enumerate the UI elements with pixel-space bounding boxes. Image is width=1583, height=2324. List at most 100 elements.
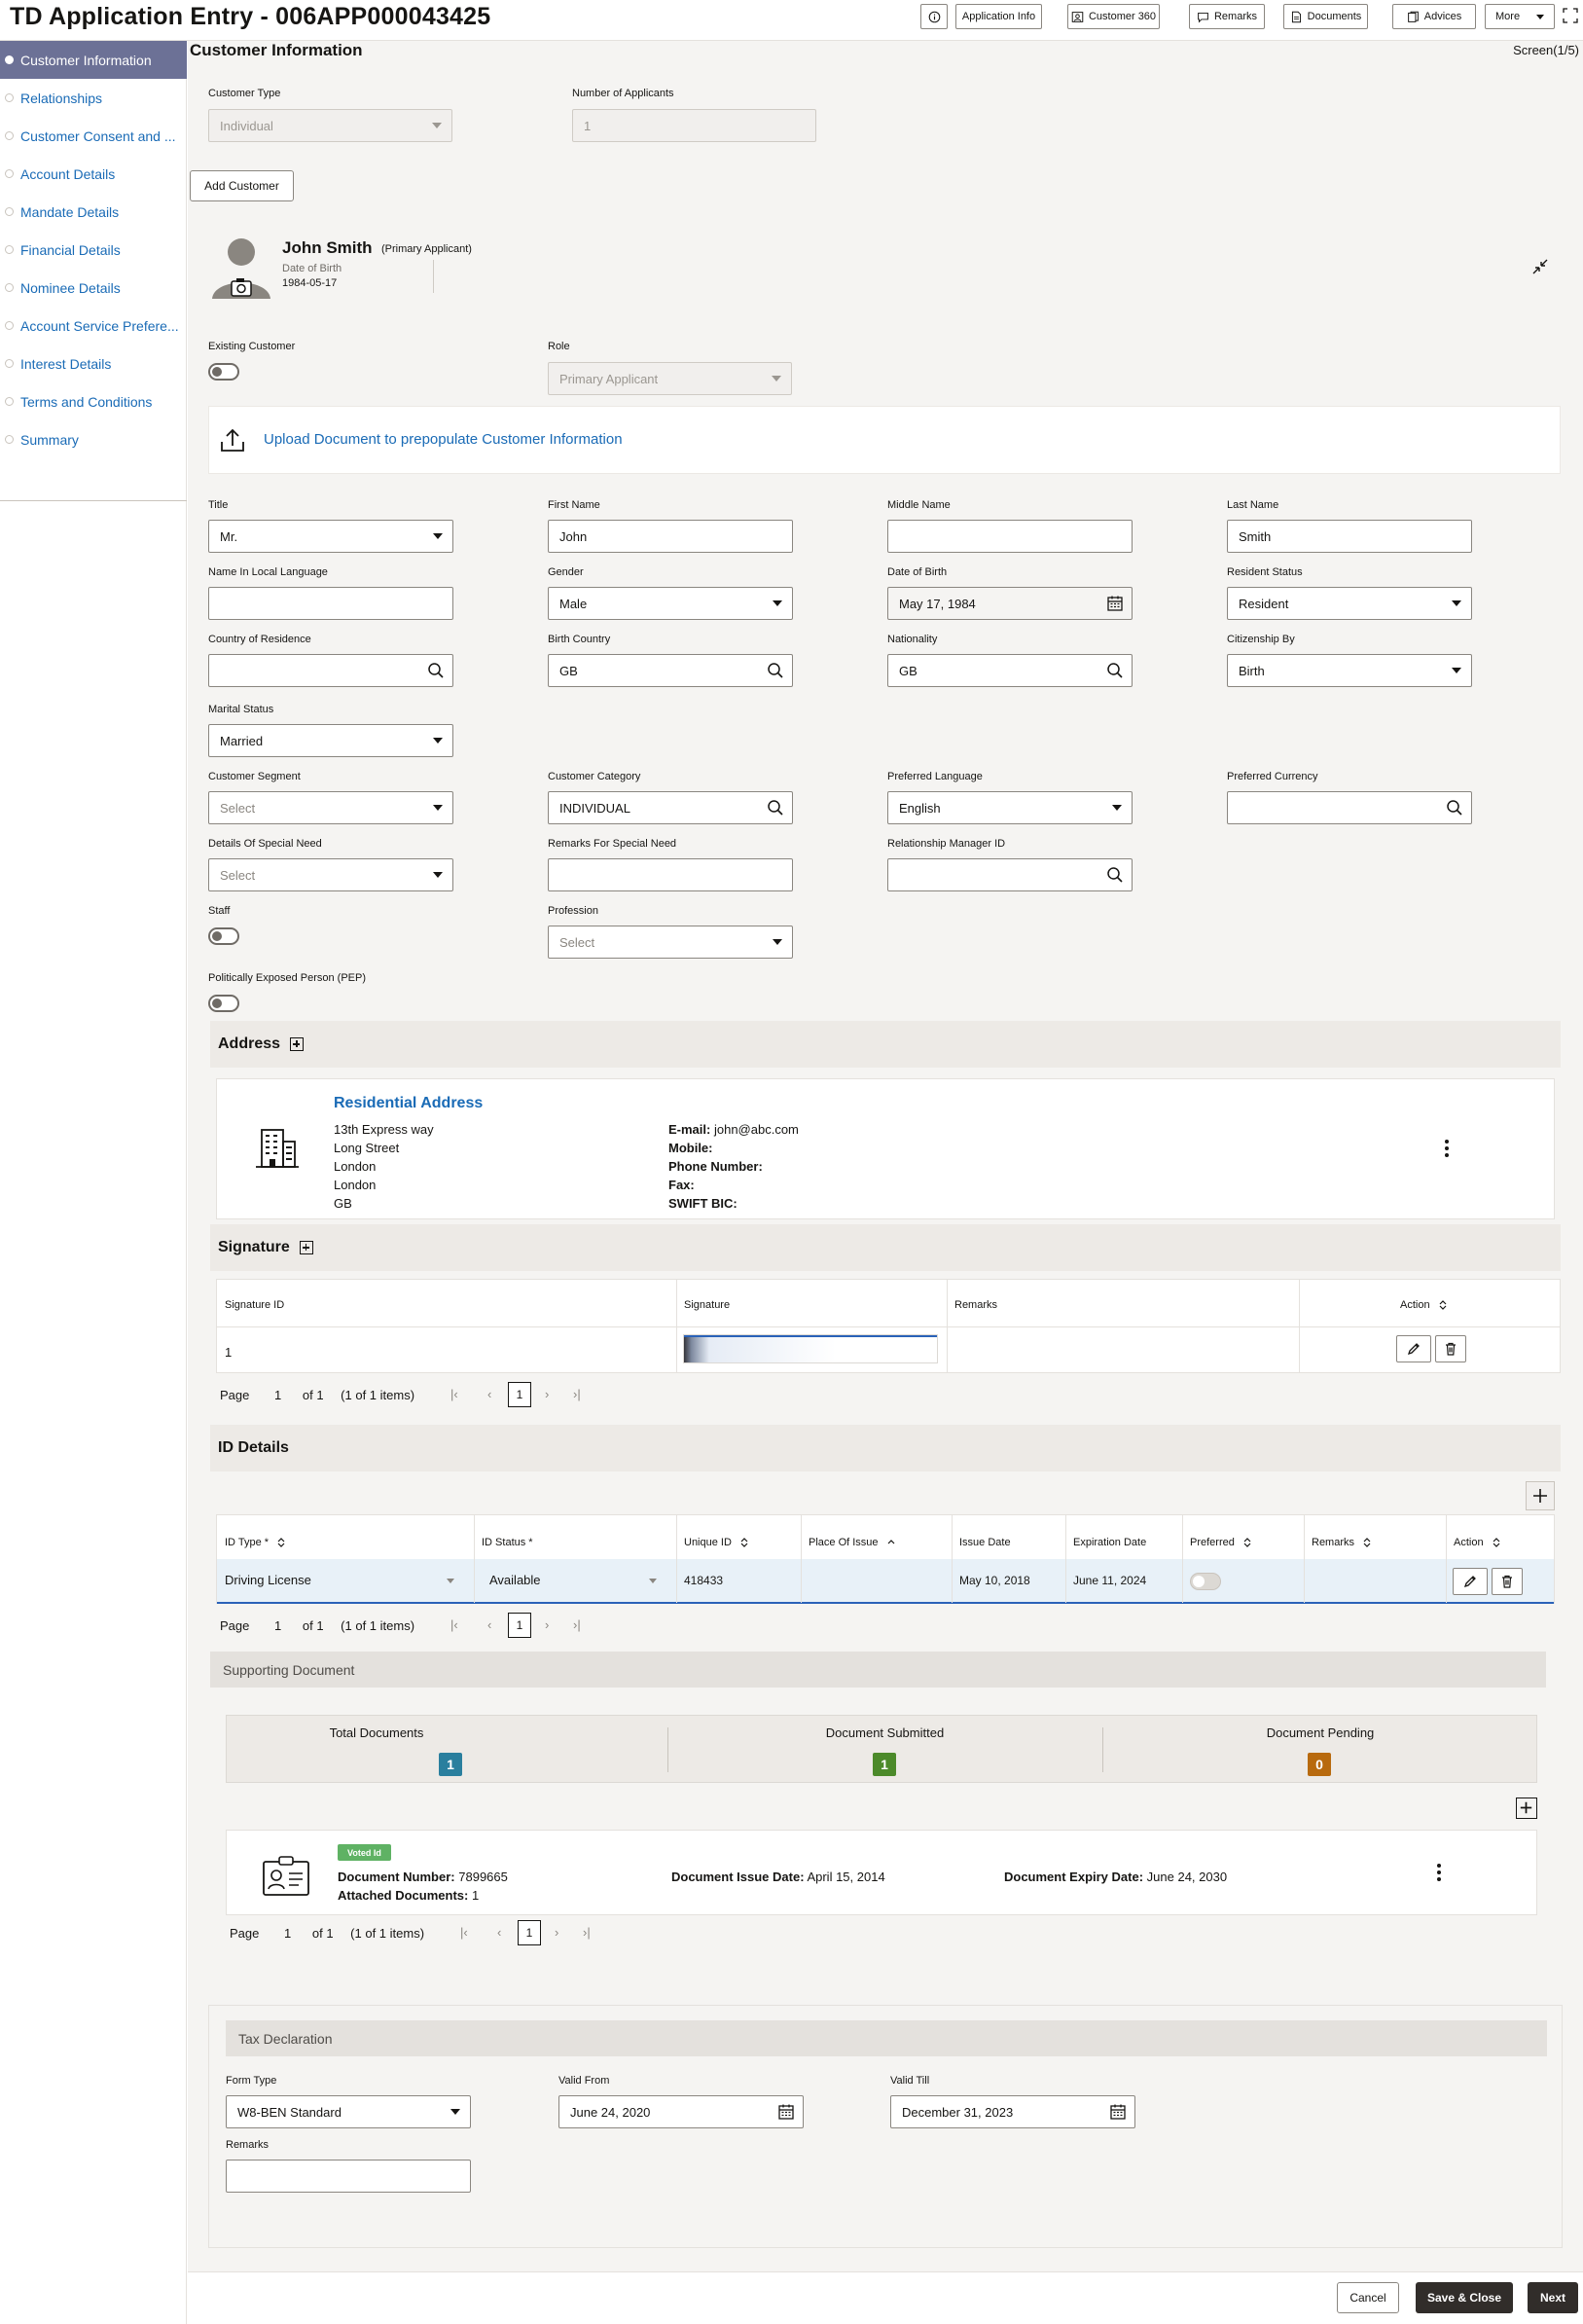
kebab-menu-icon[interactable] <box>1443 1138 1451 1159</box>
last-name-input[interactable]: Smith <box>1227 520 1472 553</box>
cancel-button[interactable]: Cancel <box>1337 2282 1399 2313</box>
gender-select[interactable]: Male <box>548 587 793 620</box>
sort-asc-icon[interactable] <box>886 1538 896 1547</box>
kebab-menu-icon[interactable] <box>1435 1862 1443 1883</box>
prev-page-icon[interactable]: ‹ <box>487 1617 491 1632</box>
signature-image[interactable] <box>683 1334 938 1363</box>
first-page-icon[interactable]: |‹ <box>460 1925 468 1940</box>
id-col-preferred[interactable]: Preferred <box>1190 1537 1252 1548</box>
id-status-cell[interactable]: Available <box>489 1573 541 1587</box>
upload-document-area[interactable]: Upload Document to prepopulate Customer … <box>208 406 1561 474</box>
next-page-icon[interactable]: › <box>545 1387 549 1401</box>
id-col-type[interactable]: ID Type * <box>225 1537 286 1548</box>
country-residence-input[interactable] <box>208 654 453 687</box>
dob-input[interactable]: May 17, 1984 <box>887 587 1133 620</box>
rm-id-input[interactable] <box>887 858 1133 891</box>
resident-status-select[interactable]: Resident <box>1227 587 1472 620</box>
save-close-button[interactable]: Save & Close <box>1416 2282 1513 2313</box>
valid-from-input[interactable]: June 24, 2020 <box>558 2095 804 2128</box>
search-icon[interactable] <box>1106 866 1124 884</box>
sidebar-item-customer-consent[interactable]: Customer Consent and ... <box>0 117 187 155</box>
sidebar-item-nominee-details[interactable]: Nominee Details <box>0 269 187 307</box>
sidebar-item-account-details[interactable]: Account Details <box>0 155 187 193</box>
collapse-icon[interactable] <box>1531 258 1549 275</box>
edit-button[interactable] <box>1396 1335 1431 1362</box>
next-page-icon[interactable]: › <box>545 1617 549 1632</box>
search-icon[interactable] <box>1106 662 1124 679</box>
next-page-icon[interactable]: › <box>555 1925 558 1940</box>
sidebar-item-interest-details[interactable]: Interest Details <box>0 345 187 382</box>
calendar-icon[interactable] <box>1109 2103 1127 2121</box>
info-button[interactable] <box>920 4 948 29</box>
middle-name-input[interactable] <box>887 520 1133 553</box>
search-icon[interactable] <box>767 799 784 817</box>
application-info-button[interactable]: Application Info <box>955 4 1042 29</box>
signature-col-action[interactable]: Action <box>1400 1299 1448 1311</box>
sort-icon[interactable] <box>1438 1300 1448 1310</box>
profession-select[interactable]: Select <box>548 926 793 959</box>
special-need-select[interactable]: Select <box>208 858 453 891</box>
sort-icon[interactable] <box>1492 1538 1501 1547</box>
calendar-icon[interactable] <box>1106 595 1124 612</box>
table-row[interactable]: Driving License Available 418433 May 10,… <box>217 1559 1554 1604</box>
first-name-input[interactable]: John <box>548 520 793 553</box>
id-col-place[interactable]: Place Of Issue <box>809 1537 896 1548</box>
form-type-select[interactable]: W8-BEN Standard <box>226 2095 471 2128</box>
sidebar-item-terms-and-conditions[interactable]: Terms and Conditions <box>0 382 187 420</box>
search-icon[interactable] <box>767 662 784 679</box>
chevron-down-icon[interactable] <box>447 1579 454 1583</box>
next-button[interactable]: Next <box>1528 2282 1578 2313</box>
staff-toggle[interactable] <box>208 927 239 945</box>
local-name-input[interactable] <box>208 587 453 620</box>
birth-country-input[interactable]: GB <box>548 654 793 687</box>
chevron-down-icon[interactable] <box>649 1579 657 1583</box>
customer-360-button[interactable]: Customer 360 <box>1067 4 1160 29</box>
prev-page-icon[interactable]: ‹ <box>487 1387 491 1401</box>
pep-toggle[interactable] <box>208 995 239 1012</box>
upload-link[interactable]: Upload Document to prepopulate Customer … <box>264 431 623 448</box>
add-signature-icon[interactable] <box>299 1241 313 1254</box>
sort-icon[interactable] <box>1362 1538 1372 1547</box>
address-card-title[interactable]: Residential Address <box>334 1095 483 1112</box>
preferred-currency-input[interactable] <box>1227 791 1472 824</box>
current-page[interactable]: 1 <box>508 1613 531 1638</box>
id-col-remarks[interactable]: Remarks <box>1312 1537 1372 1548</box>
search-icon[interactable] <box>1446 799 1463 817</box>
sidebar-item-mandate-details[interactable]: Mandate Details <box>0 193 187 231</box>
prev-page-icon[interactable]: ‹ <box>497 1925 501 1940</box>
calendar-icon[interactable] <box>777 2103 795 2121</box>
id-col-unique[interactable]: Unique ID <box>684 1537 749 1548</box>
special-need-remarks-input[interactable] <box>548 858 793 891</box>
add-address-icon[interactable] <box>290 1037 305 1051</box>
advices-button[interactable]: Advices <box>1392 4 1476 29</box>
last-page-icon[interactable]: ›| <box>583 1925 591 1940</box>
title-select[interactable]: Mr. <box>208 520 453 553</box>
marital-status-select[interactable]: Married <box>208 724 453 757</box>
id-type-cell[interactable]: Driving License <box>225 1573 311 1587</box>
customer-segment-select[interactable]: Select <box>208 791 453 824</box>
add-document-button[interactable] <box>1516 1797 1537 1819</box>
expand-icon[interactable] <box>1562 7 1579 24</box>
last-page-icon[interactable]: ›| <box>573 1387 581 1401</box>
edit-button[interactable] <box>1453 1568 1488 1595</box>
valid-till-input[interactable]: December 31, 2023 <box>890 2095 1135 2128</box>
tax-remarks-input[interactable] <box>226 2160 471 2193</box>
sidebar-item-account-service-preferences[interactable]: Account Service Prefere... <box>0 307 187 345</box>
first-page-icon[interactable]: |‹ <box>450 1387 458 1401</box>
current-page[interactable]: 1 <box>508 1382 531 1407</box>
last-page-icon[interactable]: ›| <box>573 1617 581 1632</box>
add-id-button[interactable] <box>1526 1481 1555 1510</box>
sidebar-item-relationships[interactable]: Relationships <box>0 79 187 117</box>
id-col-action[interactable]: Action <box>1454 1537 1501 1548</box>
more-dropdown[interactable]: More <box>1485 4 1555 29</box>
sort-icon[interactable] <box>739 1538 749 1547</box>
sidebar-item-financial-details[interactable]: Financial Details <box>0 231 187 269</box>
nationality-input[interactable]: GB <box>887 654 1133 687</box>
sidebar-item-summary[interactable]: Summary <box>0 420 187 458</box>
search-icon[interactable] <box>427 662 445 679</box>
sort-icon[interactable] <box>1242 1538 1252 1547</box>
sort-icon[interactable] <box>276 1538 286 1547</box>
citizenship-by-select[interactable]: Birth <box>1227 654 1472 687</box>
current-page[interactable]: 1 <box>518 1920 541 1945</box>
documents-button[interactable]: Documents <box>1283 4 1368 29</box>
